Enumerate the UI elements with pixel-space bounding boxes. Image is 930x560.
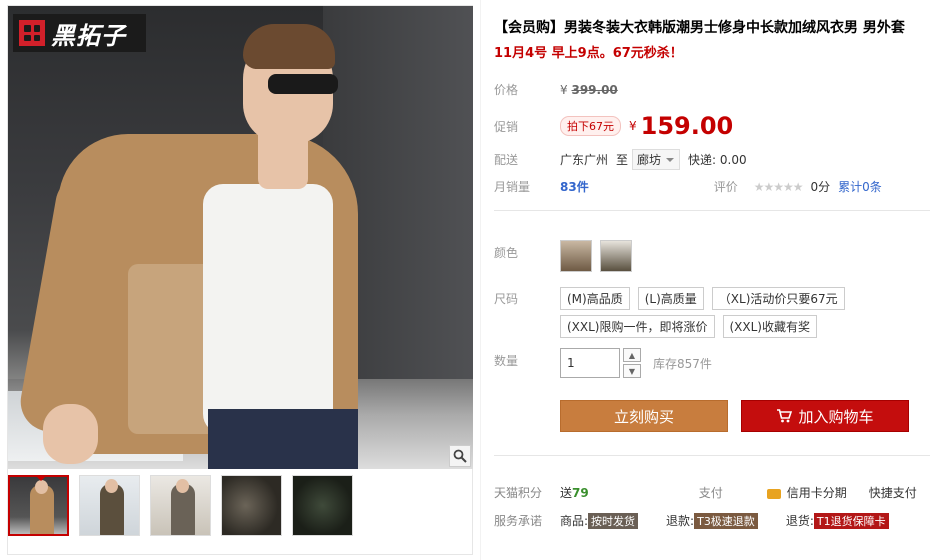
promo-label: 促销 — [494, 119, 519, 134]
quantity-increase-button[interactable]: ▲ — [623, 348, 641, 362]
quantity-label: 数量 — [494, 354, 519, 368]
thumbnail-figure-head — [105, 479, 118, 493]
points-prefix: 送 — [560, 486, 573, 500]
color-row: 颜色 — [494, 240, 640, 272]
goods-prefix: 商品: — [560, 514, 589, 528]
size-row-2: (XXL)限购一件，即将涨价 (XXL)收藏有奖 — [560, 315, 825, 338]
color-label: 颜色 — [494, 246, 519, 260]
quantity-input[interactable] — [560, 348, 620, 378]
cart-icon — [777, 409, 793, 423]
thumbnail-1[interactable] — [8, 475, 69, 536]
ship-from: 广东广州 — [560, 153, 609, 167]
add-to-cart-label: 加入购物车 — [798, 407, 874, 426]
product-gallery: 黑拓子 — [7, 5, 473, 555]
quantity-stepper: ▲ ▼ — [623, 348, 641, 378]
refund-prefix: 退款: — [666, 514, 695, 528]
size-row-1: 尺码 (M)高品质 (L)高质量 （XL)活动价只要67元 — [494, 287, 853, 310]
section-divider — [494, 455, 930, 456]
return-prefix: 退货: — [785, 514, 814, 528]
monthly-sales-count: 83 — [560, 179, 577, 194]
promo-currency: ¥ — [629, 119, 637, 133]
on-time-delivery-badge[interactable]: 按时发货 — [588, 512, 639, 529]
original-price: ¥ 399.00 — [560, 83, 618, 97]
magnifier-icon — [453, 449, 467, 463]
sales-row: 月销量 83 件 评价 ★★★★★ 0分 累计0条 — [494, 178, 882, 195]
points-label: 天猫积分 — [494, 486, 543, 500]
size-option-xxl-limit[interactable]: (XXL)限购一件，即将涨价 — [560, 315, 715, 338]
points-pay-row: 天猫积分 送 79 支付 信用卡分期 快捷支付 — [494, 484, 917, 501]
promo-row: 促销 拍下67元 ¥ 159.00 — [494, 112, 733, 140]
credit-installment[interactable]: 信用卡分期 — [787, 484, 847, 501]
quick-pay[interactable]: 快捷支付 — [869, 484, 917, 501]
quantity-decrease-button[interactable]: ▼ — [623, 364, 641, 378]
rating-label: 评价 — [713, 180, 738, 194]
shipping-label: 配送 — [494, 153, 519, 167]
points-value: 79 — [572, 485, 589, 500]
color-swatch-khaki[interactable] — [560, 240, 592, 272]
rating-stars: ★★★★★ — [753, 179, 804, 194]
service-row: 服务承诺 商品: 按时发货 退款: T3极速退款 退货: T1退货保障卡 — [494, 512, 889, 529]
size-label: 尺码 — [494, 292, 519, 306]
model-hair — [243, 24, 335, 69]
model-shirt — [203, 184, 333, 434]
model-figure — [15, 24, 368, 469]
size-option-xl[interactable]: （XL)活动价只要67元 — [711, 287, 845, 310]
model-pants — [208, 409, 358, 469]
credit-card-icon — [766, 488, 781, 499]
thumbnail-4[interactable] — [221, 475, 282, 536]
promo-price: 159.00 — [640, 112, 734, 140]
shipping-row: 配送 广东广州 至 廊坊 快递: 0.00 — [494, 149, 747, 170]
brand-logo-mark — [19, 20, 45, 46]
total-reviews-link[interactable]: 累计0条 — [838, 178, 882, 195]
thumbnail-3[interactable] — [150, 475, 211, 536]
ship-to-word: 至 — [616, 153, 629, 167]
pay-label: 支付 — [698, 486, 723, 500]
brand-logo-text: 黑拓子 — [51, 21, 126, 50]
size-option-xxl-favorite[interactable]: (XXL)收藏有奖 — [722, 315, 817, 338]
monthly-sales-unit: 件 — [576, 180, 589, 194]
rating-score: 0分 — [810, 180, 831, 194]
thumbnail-2[interactable] — [79, 475, 140, 536]
size-option-m[interactable]: (M)高品质 — [560, 287, 630, 310]
shipping-fee: 快递: 0.00 — [688, 153, 747, 167]
thumbnail-figure-head — [35, 480, 48, 494]
quantity-row: 数量 ▲ ▼ 库存857件 — [494, 348, 712, 378]
column-divider — [480, 0, 481, 560]
stock-count: 库存857件 — [653, 356, 712, 371]
brand-logo: 黑拓子 — [13, 14, 146, 52]
return-guarantee-badge[interactable]: T1退货保障卡 — [813, 512, 889, 529]
currency-symbol: ¥ — [560, 82, 568, 97]
thumbnail-strip — [8, 475, 353, 536]
product-subtitle: 11月4号 早上9点。67元秒杀！ — [494, 46, 683, 61]
product-title: 【会员购】男装冬装大衣韩版潮男士修身中长款加绒风衣男 男外套 — [494, 20, 905, 36]
price-label: 价格 — [494, 83, 519, 97]
thumbnail-figure-head — [176, 479, 189, 493]
model-sunglasses — [268, 74, 338, 94]
main-product-image[interactable]: 黑拓子 — [8, 6, 473, 469]
model-hand — [43, 404, 98, 464]
buy-now-button[interactable]: 立刻购买 — [560, 400, 728, 432]
section-divider — [494, 210, 930, 211]
original-price-value: 399.00 — [571, 82, 618, 97]
size-option-l[interactable]: (L)高质量 — [637, 287, 704, 310]
ship-to-select[interactable]: 廊坊 — [632, 149, 681, 170]
fast-refund-badge[interactable]: T3极速退款 — [694, 512, 758, 529]
price-row: 价格 ¥ 399.00 — [494, 81, 618, 98]
service-label: 服务承诺 — [494, 514, 543, 528]
thumbnail-5[interactable] — [292, 475, 353, 536]
add-to-cart-button[interactable]: 加入购物车 — [741, 400, 909, 432]
color-swatch-army-green[interactable] — [600, 240, 632, 272]
promo-tag: 拍下67元 — [560, 116, 621, 136]
monthly-sales-label: 月销量 — [494, 180, 531, 194]
zoom-button[interactable] — [449, 445, 471, 467]
